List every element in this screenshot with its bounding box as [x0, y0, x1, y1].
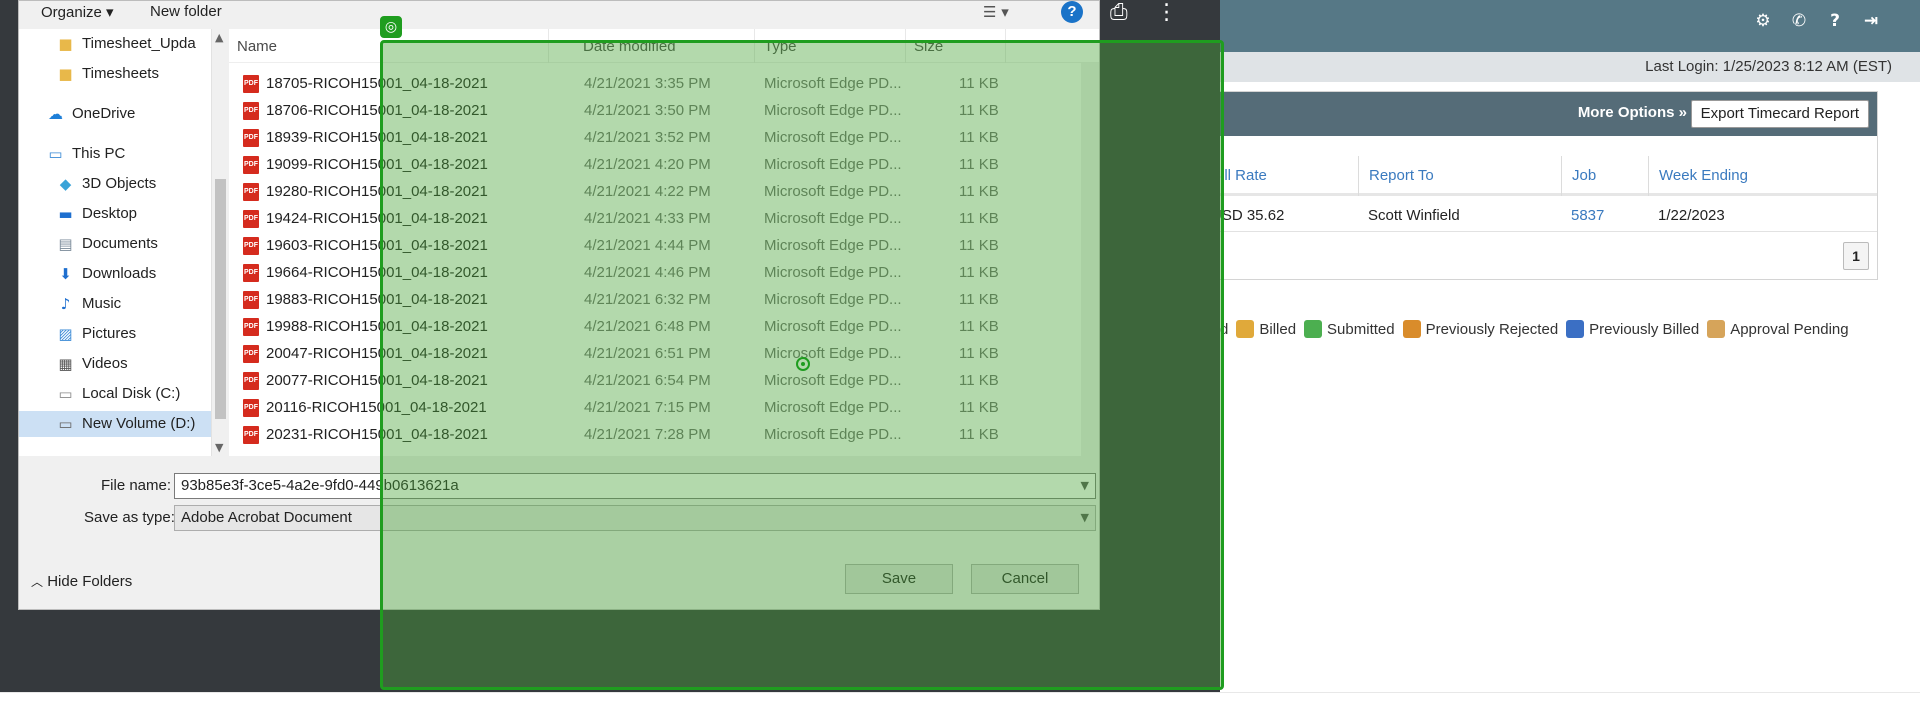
pdf-file-icon: PDF — [243, 156, 259, 174]
folder-icon: ■ — [58, 64, 73, 83]
logout-icon[interactable]: ⇥ — [1860, 10, 1882, 32]
folder-icon: ■ — [58, 34, 73, 53]
table-header: Bill Rate Report To Job Week Ending — [1201, 156, 1877, 196]
view-options-icon[interactable]: ☰ ▾ — [983, 3, 1009, 21]
capture-target-icon[interactable]: ◎ — [380, 16, 402, 38]
nav-scrollbar[interactable]: ▲ ▼ — [212, 29, 229, 456]
file-name-label: File name: — [101, 477, 172, 494]
pdf-file-icon: PDF — [243, 102, 259, 120]
organize-button[interactable]: Organize ▾ — [41, 3, 114, 21]
pdf-file-icon: PDF — [243, 264, 259, 282]
legend-item-previously-rejected: Previously Rejected — [1402, 320, 1558, 338]
nav-item-3d-objects[interactable]: ◆ 3D Objects — [57, 171, 156, 197]
pdf-file-icon: PDF — [243, 345, 259, 363]
computer-icon: ▭ — [48, 144, 63, 163]
more-vertical-icon[interactable]: ⋮ — [1156, 0, 1178, 25]
video-icon: ▦ — [58, 354, 73, 373]
pdf-file-icon: PDF — [243, 399, 259, 417]
legend-item-submitted: Submitted — [1304, 320, 1395, 338]
pagination-page-1[interactable]: 1 — [1843, 242, 1869, 270]
pdf-file-icon: PDF — [243, 75, 259, 93]
drive-icon: ▭ — [58, 414, 73, 433]
dialog-help-icon[interactable]: ? — [1061, 1, 1083, 23]
chevron-up-icon: ︿ — [31, 575, 44, 589]
coins-icon — [1236, 320, 1255, 338]
pdf-file-icon: PDF — [243, 210, 259, 228]
cube-icon: ◆ — [59, 174, 72, 193]
check-icon — [1304, 320, 1323, 338]
nav-item-downloads[interactable]: ⬇ Downloads — [57, 261, 156, 287]
nav-item-documents[interactable]: ▤ Documents — [57, 231, 157, 257]
pdf-file-icon: PDF — [243, 183, 259, 201]
nav-item-desktop[interactable]: ▬ Desktop — [57, 201, 137, 227]
nav-scroll-thumb[interactable] — [215, 179, 226, 419]
column-week-ending[interactable]: Week Ending — [1648, 156, 1877, 196]
scroll-up-icon[interactable]: ▲ — [215, 31, 223, 44]
status-legend: cted Billed Submitted Previously Rejecte… — [1200, 318, 1849, 340]
timecard-panel: More Options » Export Timecard Report Bi… — [1200, 91, 1878, 280]
pdf-file-icon: PDF — [243, 372, 259, 390]
legend-item-previously-billed: Previously Billed — [1566, 320, 1699, 338]
pdf-file-icon: PDF — [243, 426, 259, 444]
save-as-type-label: Save as type: — [84, 509, 175, 526]
print-toolbar: ⎙ ⋮ — [1110, 0, 1178, 25]
nav-item-timesheets[interactable]: ■ Timesheets — [57, 61, 159, 87]
pdf-file-icon: PDF — [243, 318, 259, 336]
more-options-link[interactable]: More Options » — [1578, 104, 1687, 121]
capture-center-handle[interactable] — [796, 357, 810, 371]
nav-item-onedrive[interactable]: ☁ OneDrive — [47, 101, 135, 127]
navigation-pane: ■ Timesheet_Upda ■ Timesheets ☁ OneDrive ▭ T… — [19, 29, 212, 456]
new-folder-button[interactable]: New folder — [150, 3, 222, 20]
scroll-down-icon[interactable]: ▼ — [215, 441, 223, 454]
gear-icon[interactable]: ⚙ — [1752, 10, 1774, 32]
hand-icon — [1707, 320, 1726, 338]
cell-job-link[interactable]: 5837 — [1561, 199, 1604, 232]
cell-week-ending: 1/22/2023 — [1658, 207, 1725, 224]
download-icon: ⬇ — [59, 264, 72, 283]
cloud-icon: ☁ — [48, 104, 63, 123]
return-arrow-icon — [1402, 320, 1421, 338]
column-bill-rate[interactable]: Bill Rate — [1201, 156, 1358, 196]
column-job[interactable]: Job — [1561, 156, 1648, 196]
printer-icon[interactable]: ⎙ — [1110, 0, 1128, 25]
phone-icon[interactable]: ✆ — [1788, 10, 1810, 32]
legend-item-billed: Billed — [1236, 320, 1296, 338]
back-arrow-icon — [1566, 320, 1585, 338]
picture-icon: ▨ — [58, 324, 73, 343]
legend-item-approval-pending: Approval Pending — [1707, 320, 1849, 338]
last-login-text: Last Login: 1/25/2023 8:12 AM (EST) — [1645, 58, 1892, 75]
nav-item-timesheet-upda[interactable]: ■ Timesheet_Upda — [57, 31, 195, 57]
nav-item-pictures[interactable]: ▨ Pictures — [57, 321, 136, 347]
nav-item-this-pc[interactable]: ▭ This PC — [47, 141, 125, 167]
pdf-file-icon: PDF — [243, 129, 259, 147]
export-timecard-button[interactable]: Export Timecard Report — [1690, 100, 1869, 128]
cell-report-to: Scott Winfield — [1368, 207, 1460, 224]
table-row[interactable]: USD 35.62 Scott Winfield 5837 1/22/2023 — [1201, 199, 1877, 232]
column-report-to[interactable]: Report To — [1358, 156, 1561, 196]
document-icon: ▤ — [58, 234, 73, 253]
hide-folders-button[interactable]: ︿ Hide Folders — [31, 573, 132, 590]
nav-item-music[interactable]: ♪ Music — [57, 291, 121, 317]
nav-item-videos[interactable]: ▦ Videos — [57, 351, 127, 377]
drive-icon: ▭ — [58, 384, 73, 403]
pdf-file-icon: PDF — [243, 291, 259, 309]
help-icon[interactable]: ? — [1824, 10, 1846, 32]
topbar-icons: ⚙ ✆ ? ⇥ — [1752, 10, 1882, 32]
desktop-icon: ▬ — [58, 204, 73, 223]
panel-header: More Options » Export Timecard Report — [1201, 92, 1877, 136]
nav-item-new-volume-d[interactable]: ▭ New Volume (D:) — [19, 411, 211, 437]
nav-item-local-disk-c[interactable]: ▭ Local Disk (C:) — [57, 381, 180, 407]
app-bottom-strip — [0, 692, 1920, 710]
music-icon: ♪ — [60, 294, 71, 313]
pdf-file-icon: PDF — [243, 237, 259, 255]
dialog-toolbar: Organize ▾ New folder ☰ ▾ ? — [19, 1, 1099, 29]
